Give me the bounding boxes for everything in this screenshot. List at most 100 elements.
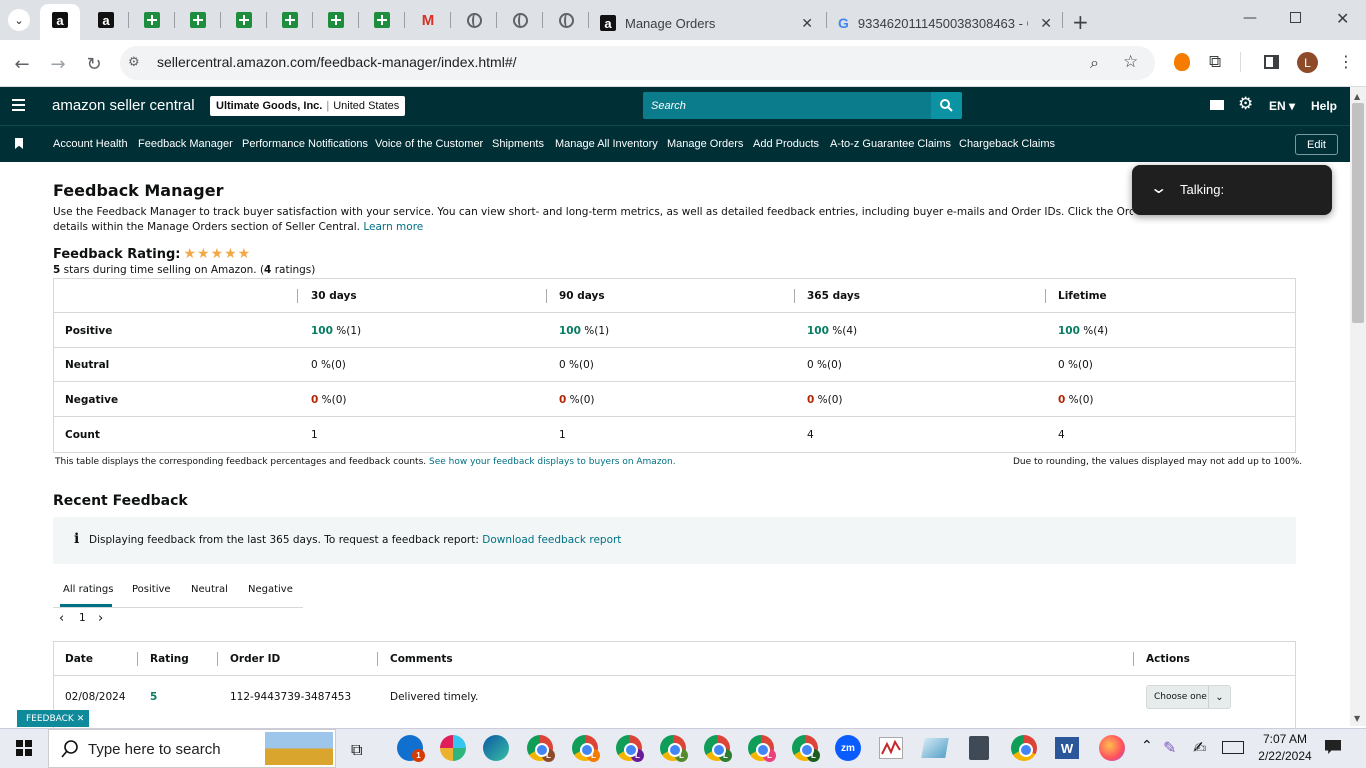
extensions-puzzle-icon[interactable]: ⧉ [1209,52,1221,72]
hamburger-menu-icon[interactable] [12,99,25,101]
chrome-profile-icon[interactable]: L [792,735,820,762]
settings-gear-icon[interactable]: ⚙ [1238,94,1253,114]
chrome-profile-icon[interactable]: L [616,735,644,762]
chrome-profile-icon[interactable]: L [748,735,776,762]
sheets-tab-icon[interactable] [325,9,347,31]
count-suffix: %(0) [569,394,595,406]
feedback-tab-button[interactable]: FEEDBACK ✕ [17,710,90,727]
close-tab-icon[interactable]: ✕ [1040,15,1052,32]
minimize-icon[interactable]: — [1243,10,1257,26]
store-selector[interactable]: Ultimate Goods, Inc. | United States [210,96,406,116]
chrome-profile-icon[interactable]: L [527,735,555,762]
tab-negative[interactable]: Negative [248,584,293,595]
keyboard-icon[interactable] [1222,741,1244,754]
webex-app-icon[interactable]: 1 [397,735,425,762]
scroll-down-icon[interactable]: ▼ [1354,714,1360,723]
learn-more-link[interactable]: Learn more [363,221,423,233]
download-report-link[interactable]: Download feedback report [482,534,621,546]
nav-feedback-manager[interactable]: Feedback Manager [138,138,233,150]
word-app-icon[interactable]: W [1055,737,1079,759]
language-selector[interactable]: EN ▾ [1269,99,1295,113]
notes-app-icon[interactable] [921,738,949,758]
nav-chargeback-claims[interactable]: Chargeback Claims [959,138,1055,150]
bookmark-star-icon[interactable]: ☆ [1123,52,1138,72]
zoom-app-icon[interactable]: zm [835,735,861,761]
edit-nav-button[interactable]: Edit [1295,134,1338,155]
chrome-profile-icon[interactable]: L [572,735,600,762]
site-info-icon[interactable]: ⚙ [128,55,140,70]
ink-icon[interactable]: ✍ [1193,738,1206,757]
action-dropdown[interactable]: Choose one ⌄ [1146,685,1231,709]
sheets-tab-icon[interactable] [233,9,255,31]
brand-logo[interactable]: amazon seller central [52,97,195,114]
task-view-icon[interactable]: ⧉ [351,740,362,760]
close-window-icon[interactable]: ✕ [1336,9,1349,28]
nav-manage-all-inventory[interactable]: Manage All Inventory [555,138,658,150]
tab-all-ratings[interactable]: All ratings [63,584,113,595]
stock-chart-app-icon[interactable] [879,737,903,759]
search-button[interactable] [931,92,962,119]
tab-google-search[interactable]: G 9334620111450038308463 - Go ✕ [832,6,1060,40]
nav-account-health[interactable]: Account Health [53,138,128,150]
forward-icon[interactable]: → [46,52,70,76]
profile-avatar[interactable]: L [1297,52,1318,73]
menu-kebab-icon[interactable]: ⋮ [1338,52,1354,71]
side-panel-icon[interactable] [1264,55,1279,69]
amazon-tab-icon[interactable]: a [95,9,117,31]
taskbar-search-box[interactable]: Type here to search [48,729,336,768]
next-page-icon[interactable]: › [98,611,103,626]
back-icon[interactable]: ← [10,52,34,76]
globe-tab-icon[interactable] [463,9,485,31]
order-id-link[interactable]: 112-9443739-3487453 [230,691,351,703]
search-input[interactable]: Search [643,92,931,119]
scrollbar-thumb[interactable] [1352,103,1364,323]
tab-search-icon[interactable]: ⌄ [8,9,30,31]
nav-add-products[interactable]: Add Products [753,138,819,150]
nav-manage-orders[interactable]: Manage Orders [667,138,743,150]
pen-icon[interactable]: ✎ [1163,738,1176,757]
extension-fire-icon[interactable] [1174,53,1190,71]
slack-app-icon[interactable] [440,735,466,761]
sheets-tab-icon[interactable] [279,9,301,31]
mail-icon[interactable] [1210,100,1224,110]
edge-app-icon[interactable] [483,735,509,761]
bookmark-icon[interactable] [15,138,23,149]
page-number[interactable]: 1 [79,612,86,624]
intro-text-line2: details within the Manage Orders section… [53,221,423,233]
sheets-tab-icon[interactable] [371,9,393,31]
chrome-profile-icon[interactable]: L [704,735,732,762]
reload-icon[interactable]: ↻ [82,52,106,76]
sheets-tab-icon[interactable] [141,9,163,31]
tab-neutral[interactable]: Neutral [191,584,228,595]
nav-atoz-claims[interactable]: A-to-z Guarantee Claims [830,138,951,150]
table-cell: 0 %(0) [311,394,347,406]
sheets-tab-icon[interactable] [187,9,209,31]
close-tab-icon[interactable]: ✕ [801,15,813,32]
zoom-icon[interactable]: ⌕ [1090,53,1099,73]
scroll-up-icon[interactable]: ▲ [1354,92,1360,101]
new-tab-icon[interactable]: + [1072,10,1089,34]
gmail-tab-icon[interactable]: M [417,9,439,31]
chrome-app-icon[interactable] [1011,735,1037,761]
talking-toast[interactable]: ⌄ Talking: [1132,165,1332,215]
taskbar-clock[interactable]: 7:07 AM 2/22/2024 [1254,731,1316,765]
url-text[interactable]: sellercentral.amazon.com/feedback-manage… [157,54,517,70]
restore-icon[interactable] [1290,12,1301,23]
firefox-app-icon[interactable] [1099,735,1125,761]
globe-tab-icon[interactable] [555,9,577,31]
tray-overflow-icon[interactable]: ⌃ [1141,738,1153,754]
chrome-profile-icon[interactable]: L [660,735,688,762]
prev-page-icon[interactable]: ‹ [59,611,64,626]
amazon-tab-icon[interactable]: a [49,9,71,31]
help-link[interactable]: Help [1311,99,1337,113]
nav-voice-of-customer[interactable]: Voice of the Customer [375,138,483,150]
buyer-display-link[interactable]: See how your feedback displays to buyers… [429,457,676,467]
calculator-app-icon[interactable] [969,736,989,760]
nav-performance-notifications[interactable]: Performance Notifications [242,138,368,150]
tab-manage-orders[interactable]: a Manage Orders ✕ [595,6,825,40]
windows-start-icon[interactable] [16,740,32,756]
nav-shipments[interactable]: Shipments [492,138,544,150]
globe-tab-icon[interactable] [509,9,531,31]
tab-positive[interactable]: Positive [132,584,171,595]
chevron-down-icon[interactable]: ⌄ [1149,178,1168,197]
